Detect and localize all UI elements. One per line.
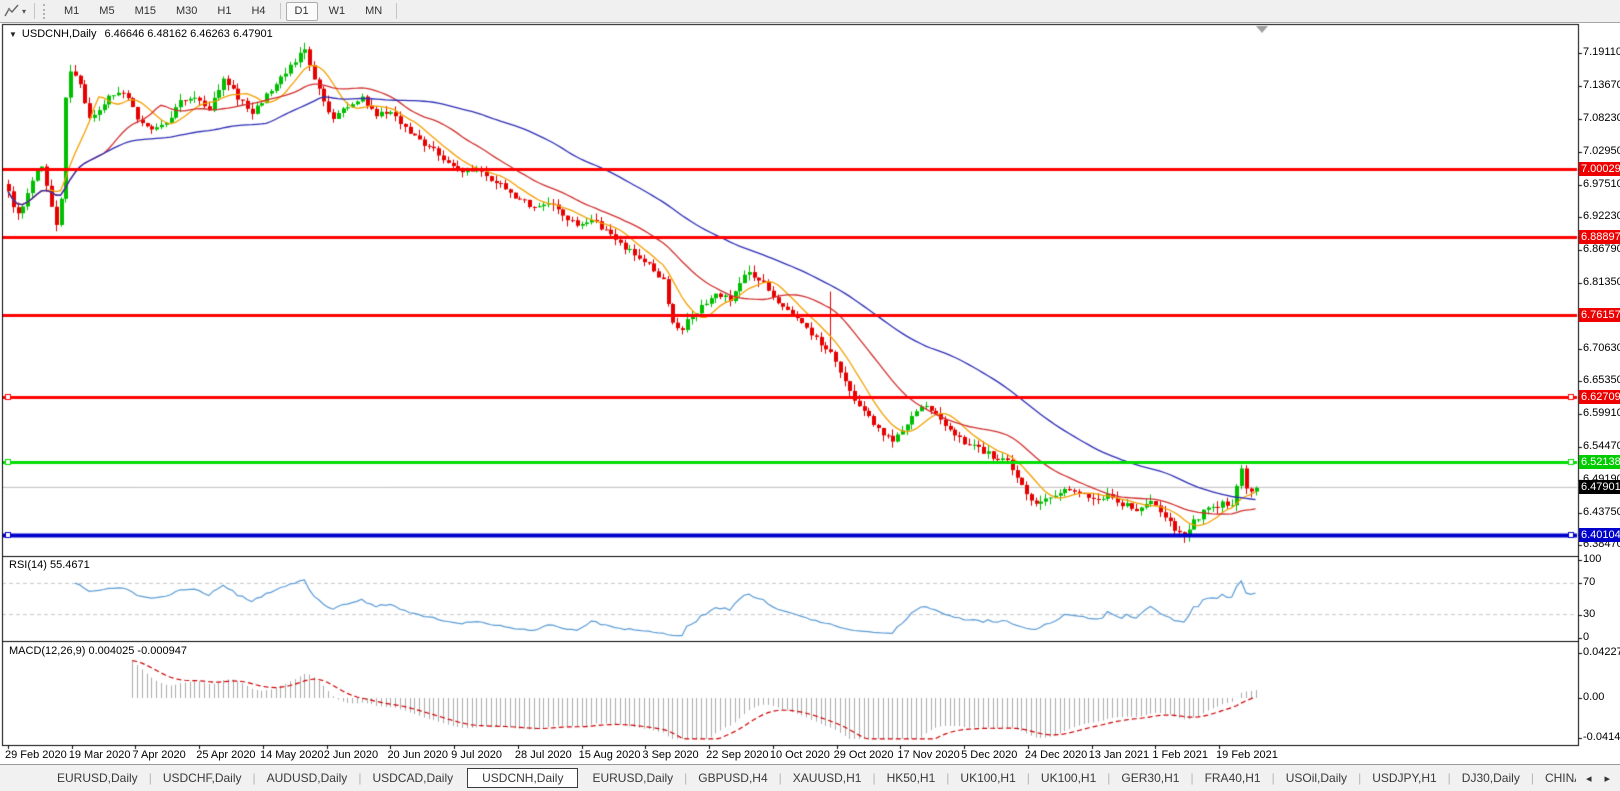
price-tick-label: 7.19110: [1583, 46, 1620, 58]
symbol-dropdown-caret-icon[interactable]: ▼: [9, 30, 17, 39]
chart-symbol-timeframe: USDCNH,Daily: [22, 28, 97, 40]
tab-item-GER30H1[interactable]: GER30,H1: [1110, 768, 1190, 788]
price-tick-label: 6.97510: [1583, 178, 1620, 190]
timeframe-button-M15[interactable]: M15: [126, 2, 165, 21]
timeframe-button-M30[interactable]: M30: [167, 2, 206, 21]
tabs-scroll-left-icon[interactable]: ◂: [1586, 772, 1592, 785]
date-label: 24 Dec 2020: [1025, 749, 1087, 761]
tab-item-FRA40H1[interactable]: FRA40,H1: [1194, 768, 1272, 788]
chart-ohlc-values: 6.46646 6.48162 6.46263 6.47901: [104, 28, 272, 40]
tab-scroll-buttons: ◂ ▸: [1576, 772, 1620, 785]
tab-item-USDJPYH1[interactable]: USDJPY,H1: [1361, 768, 1447, 788]
date-label: 28 Jul 2020: [515, 749, 572, 761]
date-label: 15 Aug 2020: [579, 749, 641, 761]
tab-item-UK100H1[interactable]: UK100,H1: [1030, 768, 1107, 788]
tab-item-USDCHFDaily[interactable]: USDCHF,Daily: [152, 768, 253, 788]
date-label: 1 Feb 2021: [1152, 749, 1208, 761]
tab-item-XAUUSDH1[interactable]: XAUUSD,H1: [782, 768, 873, 788]
price-tick-label: 7.08230: [1583, 112, 1620, 124]
tab-item-USDCADDaily[interactable]: USDCAD,Daily: [361, 768, 464, 788]
tab-item-GBPUSDH4[interactable]: GBPUSD,H4: [687, 768, 778, 788]
tab-item-USDCNHDaily[interactable]: USDCNH,Daily: [467, 768, 578, 788]
tab-item-USOilDaily[interactable]: USOil,Daily: [1275, 768, 1358, 788]
date-label: 2 Jun 2020: [324, 749, 378, 761]
macd-scale-label: 0.042275: [1583, 646, 1620, 658]
hline-price-tag: 6.40104: [1579, 528, 1620, 542]
date-label: 19 Feb 2021: [1216, 749, 1278, 761]
date-label: 17 Nov 2020: [897, 749, 959, 761]
price-tick-label: 7.02950: [1583, 145, 1620, 157]
price-tick-label: 6.65350: [1583, 374, 1620, 386]
chart-title: ▼ USDCNH,Daily 6.46646 6.48162 6.46263 6…: [9, 28, 273, 40]
tab-item-EURUSDDaily[interactable]: EURUSD,Daily: [581, 768, 684, 788]
hline-price-tag: 6.88897: [1579, 230, 1620, 244]
date-label: 19 Mar 2020: [69, 749, 131, 761]
toolbar: ▾ M1M5M15M30H1H4 D1W1MN: [0, 0, 1620, 23]
macd-label: MACD(12,26,9) 0.004025 -0.000947: [9, 645, 187, 657]
price-tick-label: 6.81350: [1583, 276, 1620, 288]
chart-tool-icon[interactable]: [4, 4, 20, 18]
price-tick-label: 7.13670: [1583, 79, 1620, 91]
price-tick-label: 6.92230: [1583, 210, 1620, 222]
tabs-scroll-right-icon[interactable]: ▸: [1604, 772, 1610, 785]
hline-price-tag: 6.52138: [1579, 455, 1620, 469]
timeframe-button-MN[interactable]: MN: [356, 2, 391, 21]
timeframe-group: M1M5M15M30H1H4 D1W1MN: [54, 2, 401, 21]
price-tick-label: 6.43750: [1583, 506, 1620, 518]
rsi-scale-label: 100: [1583, 553, 1601, 565]
date-label: 3 Sep 2020: [642, 749, 698, 761]
rsi-label: RSI(14) 55.4671: [9, 559, 90, 571]
date-label: 9 Jul 2020: [451, 749, 502, 761]
hline-price-tag: 6.62709: [1579, 390, 1620, 404]
tab-item-AUDUSDDaily[interactable]: AUDUSD,Daily: [256, 768, 359, 788]
date-label: 13 Jan 2021: [1089, 749, 1150, 761]
macd-scale-label: 0.00: [1583, 691, 1604, 703]
timeframe-button-W1[interactable]: W1: [320, 2, 355, 21]
toolbar-separator: [34, 3, 35, 19]
chart-tabs: EURUSD,Daily|USDCHF,Daily|AUDUSD,Daily|U…: [0, 768, 1576, 788]
toolbar-separator: [280, 3, 281, 19]
mt4-window: ▾ M1M5M15M30H1H4 D1W1MN ▼ USDCNH,Daily 6.…: [0, 0, 1620, 791]
chart-canvas[interactable]: [0, 0, 1620, 791]
current-price-tag: 6.47901: [1579, 480, 1620, 494]
date-label: 29 Oct 2020: [834, 749, 894, 761]
timeframe-button-H1[interactable]: H1: [208, 2, 240, 21]
hline-price-tag: 7.00029: [1579, 162, 1620, 176]
macd-scale-label: -0.04148: [1583, 731, 1620, 743]
tab-item-DJ30Daily[interactable]: DJ30,Daily: [1451, 768, 1531, 788]
price-tick-label: 6.59910: [1583, 407, 1620, 419]
tab-item-HK50H1[interactable]: HK50,H1: [876, 768, 947, 788]
date-label: 22 Sep 2020: [706, 749, 768, 761]
rsi-scale-label: 0: [1583, 631, 1589, 643]
date-label: 14 May 2020: [260, 749, 324, 761]
rsi-scale-label: 70: [1583, 576, 1595, 588]
tab-item-UK100H1[interactable]: UK100,H1: [949, 768, 1026, 788]
timeframe-button-D1[interactable]: D1: [286, 2, 318, 21]
price-tick-label: 6.54470: [1583, 440, 1620, 452]
tab-item-CHINA300H1[interactable]: CHINA300,H1: [1534, 768, 1576, 788]
toolbar-separator: [396, 3, 397, 19]
date-label: 29 Feb 2020: [5, 749, 67, 761]
price-tick-label: 6.70630: [1583, 342, 1620, 354]
tab-item-EURUSDDaily[interactable]: EURUSD,Daily: [46, 768, 149, 788]
date-label: 25 Apr 2020: [196, 749, 255, 761]
timeframe-button-H4[interactable]: H4: [242, 2, 274, 21]
date-label: 10 Oct 2020: [770, 749, 830, 761]
timeframe-button-M5[interactable]: M5: [90, 2, 123, 21]
timeframe-button-M1[interactable]: M1: [55, 2, 88, 21]
price-tick-label: 6.86790: [1583, 243, 1620, 255]
toolbar-grip[interactable]: [43, 4, 48, 19]
chart-tab-bar: EURUSD,Daily|USDCHF,Daily|AUDUSD,Daily|U…: [0, 764, 1620, 791]
date-label: 20 Jun 2020: [387, 749, 448, 761]
date-label: 5 Dec 2020: [961, 749, 1017, 761]
rsi-scale-label: 30: [1583, 608, 1595, 620]
hline-price-tag: 6.76157: [1579, 308, 1620, 322]
toolbar-dropdown-caret-icon[interactable]: ▾: [22, 7, 26, 16]
date-label: 7 Apr 2020: [132, 749, 185, 761]
